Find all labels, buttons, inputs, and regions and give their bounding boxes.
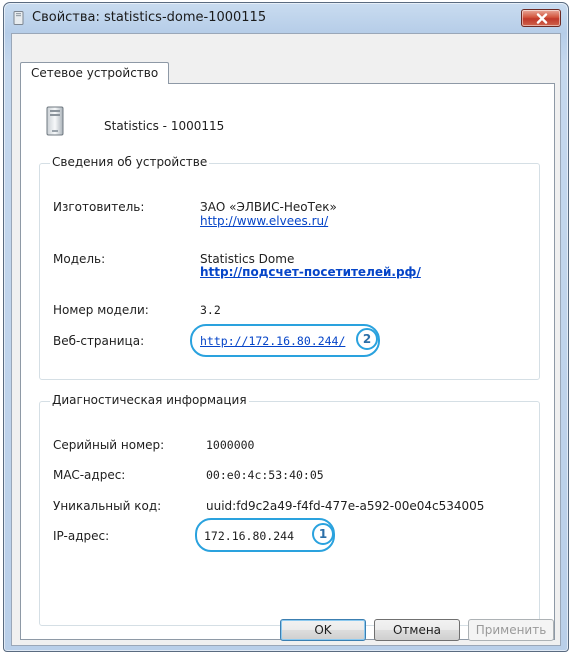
manufacturer-link[interactable]: http://www.elvees.ru/ (200, 214, 328, 228)
callout-badge-1: 1 (312, 523, 334, 545)
diagnostics-group-title: Диагностическая информация (50, 393, 249, 407)
tab-network-device[interactable]: Сетевое устройство (20, 62, 170, 84)
model-link[interactable]: http://подсчет-посетителей.рф/ (200, 265, 421, 279)
mac-value: 00:e0:4c:53:40:05 (206, 468, 324, 482)
ok-button[interactable]: OK (280, 619, 366, 641)
device-info-group: Сведения об устройстве Изготовитель: ЗАО… (39, 155, 540, 380)
webpage-link[interactable]: http://172.16.80.244/ (200, 334, 345, 348)
mac-label: MAC-адрес: (53, 468, 126, 482)
model-label: Модель: (53, 252, 106, 266)
computer-tower-icon (46, 106, 64, 136)
diagnostics-group: Диагностическая информация Серийный номе… (39, 393, 540, 626)
close-icon (536, 13, 548, 24)
cancel-button[interactable]: Отмена (374, 619, 460, 641)
device-name: Statistics - 1000115 (104, 119, 225, 133)
device-info-group-title: Сведения об устройстве (50, 155, 210, 169)
manufacturer-name: ЗАО «ЭЛВИС-НеоТек» (200, 200, 337, 214)
webpage-label: Веб-страница: (53, 334, 145, 348)
title-bar[interactable]: Свойства: statistics-dome-1000115 (4, 3, 568, 33)
uid-value: uuid:fd9c2a49-f4fd-477e-a592-00e04c53400… (206, 499, 485, 513)
tab-panel: Statistics - 1000115 Сведения об устройс… (20, 83, 555, 640)
ip-label: IP-адрес: (53, 529, 110, 543)
ip-value: 172.16.80.244 (204, 529, 295, 543)
model-name: Statistics Dome (200, 252, 295, 266)
uid-label: Уникальный код: (53, 499, 162, 513)
window-title: Свойства: statistics-dome-1000115 (32, 10, 267, 25)
properties-window: Свойства: statistics-dome-1000115 Сетево… (3, 2, 569, 652)
manufacturer-label: Изготовитель: (53, 200, 145, 214)
model-number-value: 3.2 (200, 303, 221, 317)
callout-badge-2: 2 (356, 328, 378, 350)
close-button[interactable] (521, 9, 561, 27)
serial-value: 1000000 (206, 438, 255, 452)
serial-label: Серийный номер: (53, 438, 165, 452)
model-number-label: Номер модели: (53, 303, 149, 317)
device-title-icon (13, 11, 24, 25)
dialog-client-area: Сетевое устройство Statistics - 1000115 (11, 33, 561, 646)
apply-button[interactable]: Применить (468, 619, 554, 641)
